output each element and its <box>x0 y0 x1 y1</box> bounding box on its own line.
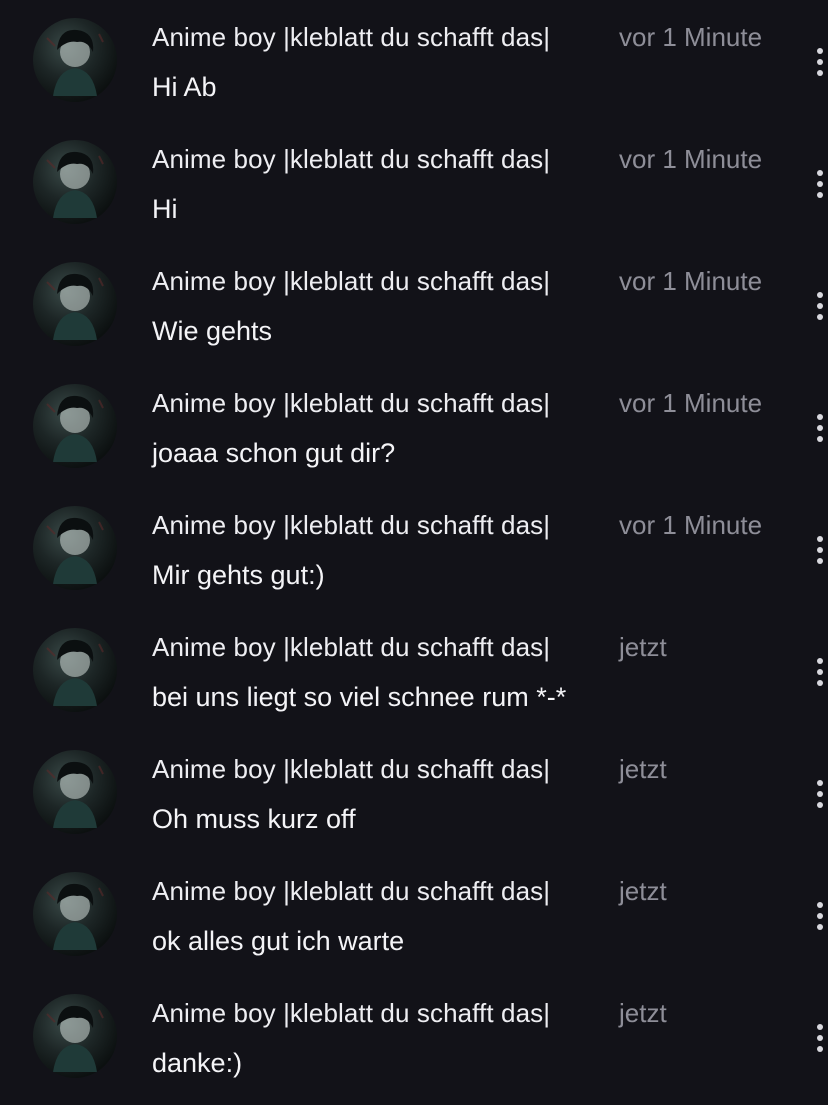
message-author[interactable]: Anime boy |kleblatt du schafft das| <box>152 266 550 297</box>
message-text: Mir gehts gut:) <box>152 560 325 590</box>
more-options-icon[interactable] <box>812 162 828 202</box>
chat-message: Anime boy |kleblatt du schafft das| jetz… <box>0 854 828 976</box>
more-options-icon[interactable] <box>812 528 828 568</box>
message-timestamp: jetzt <box>619 998 667 1028</box>
user-avatar-icon[interactable] <box>33 994 117 1078</box>
message-author[interactable]: Anime boy |kleblatt du schafft das| <box>152 876 550 907</box>
user-avatar-icon[interactable] <box>33 506 117 590</box>
user-avatar-icon[interactable] <box>33 750 117 834</box>
more-options-icon[interactable] <box>812 894 828 934</box>
user-avatar-icon[interactable] <box>33 872 117 956</box>
message-author[interactable]: Anime boy |kleblatt du schafft das| <box>152 754 550 785</box>
chat-message: Anime boy |kleblatt du schafft das| vor … <box>0 488 828 610</box>
message-text: Hi <box>152 194 178 224</box>
chat-message: Anime boy |kleblatt du schafft das| jetz… <box>0 610 828 732</box>
message-timestamp: vor 1 Minute <box>619 388 763 418</box>
message-text: Oh muss kurz off <box>152 804 356 834</box>
message-author[interactable]: Anime boy |kleblatt du schafft das| <box>152 388 550 419</box>
chat-message: Anime boy |kleblatt du schafft das| vor … <box>0 244 828 366</box>
message-timestamp: jetzt <box>619 876 667 906</box>
chat-message: Anime boy |kleblatt du schafft das| vor … <box>0 0 828 122</box>
message-timestamp: vor 1 Minute <box>619 510 763 540</box>
message-author[interactable]: Anime boy |kleblatt du schafft das| <box>152 632 550 663</box>
more-options-icon[interactable] <box>812 406 828 446</box>
more-options-icon[interactable] <box>812 772 828 812</box>
more-options-icon[interactable] <box>812 1016 828 1056</box>
message-author[interactable]: Anime boy |kleblatt du schafft das| <box>152 998 550 1029</box>
message-timestamp: vor 1 Minute <box>619 266 763 296</box>
message-author[interactable]: Anime boy |kleblatt du schafft das| <box>152 22 550 53</box>
chat-message: Anime boy |kleblatt du schafft das| jetz… <box>0 732 828 854</box>
message-text: Wie gehts <box>152 316 273 346</box>
message-timestamp: jetzt <box>619 632 667 662</box>
user-avatar-icon[interactable] <box>33 18 117 102</box>
chat-message: Anime boy |kleblatt du schafft das| vor … <box>0 366 828 488</box>
message-text: ok alles gut ich warte <box>152 926 405 956</box>
message-text: joaaa schon gut dir? <box>152 438 396 468</box>
more-options-icon[interactable] <box>812 284 828 324</box>
chat-message: Anime boy |kleblatt du schafft das| jetz… <box>0 976 828 1098</box>
user-avatar-icon[interactable] <box>33 262 117 346</box>
user-avatar-icon[interactable] <box>33 140 117 224</box>
message-author[interactable]: Anime boy |kleblatt du schafft das| <box>152 144 550 175</box>
message-timestamp: vor 1 Minute <box>619 22 763 52</box>
message-text: bei uns liegt so viel schnee rum *-* <box>152 682 567 712</box>
message-timestamp: jetzt <box>619 754 667 784</box>
message-timestamp: vor 1 Minute <box>619 144 763 174</box>
message-text: Hi Ab <box>152 72 217 102</box>
user-avatar-icon[interactable] <box>33 628 117 712</box>
message-text: danke:) <box>152 1048 243 1078</box>
more-options-icon[interactable] <box>812 650 828 690</box>
chat-message: Anime boy |kleblatt du schafft das| vor … <box>0 122 828 244</box>
more-options-icon[interactable] <box>812 40 828 80</box>
chat-message-list: Anime boy |kleblatt du schafft das| vor … <box>0 0 828 1105</box>
message-author[interactable]: Anime boy |kleblatt du schafft das| <box>152 510 550 541</box>
user-avatar-icon[interactable] <box>33 384 117 468</box>
